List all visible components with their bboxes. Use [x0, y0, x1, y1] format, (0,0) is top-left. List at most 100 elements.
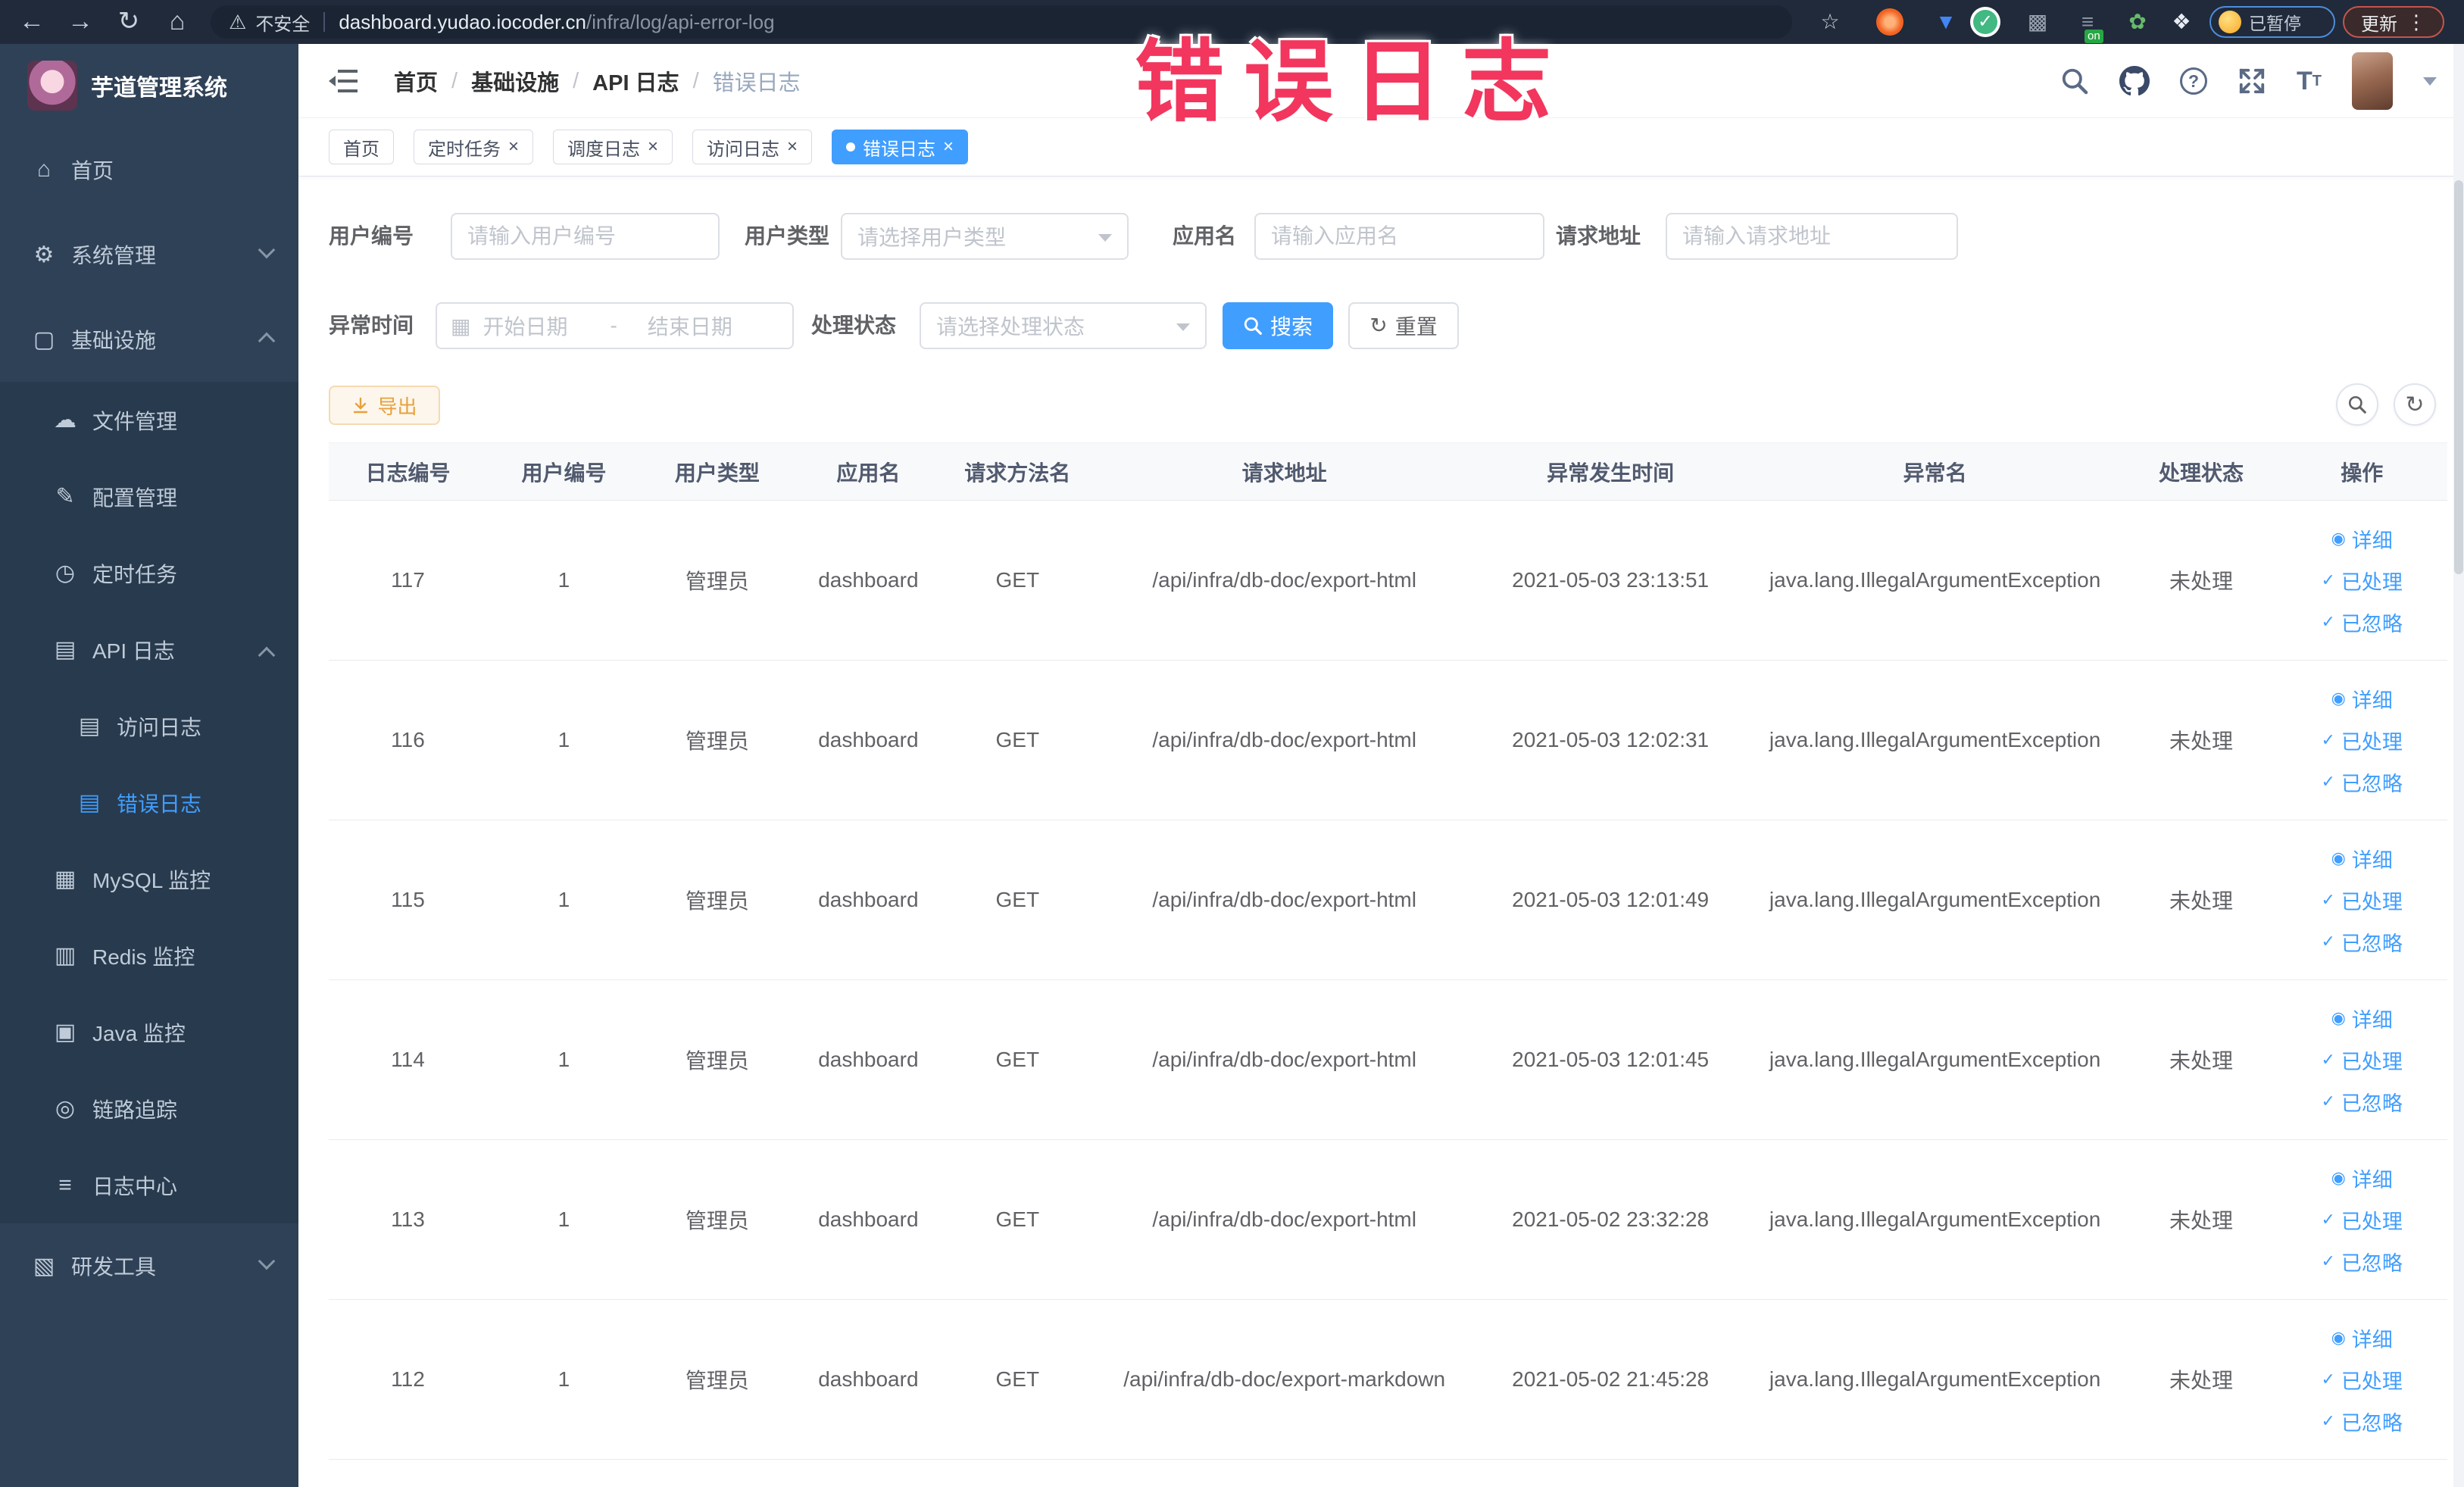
export-button[interactable]: 导出: [329, 386, 440, 425]
extension-on-icon[interactable]: ≡ on: [2074, 8, 2103, 43]
user-type-select[interactable]: 请选择用户类型: [841, 213, 1129, 260]
refresh-table-button[interactable]: ↻: [2394, 383, 2436, 426]
user-avatar[interactable]: [2352, 52, 2393, 110]
tab-home[interactable]: 首页: [329, 130, 394, 164]
request-url-input[interactable]: [1666, 213, 1958, 260]
sidebar-item-scheduled-jobs[interactable]: ◷ 定时任务: [0, 535, 298, 611]
sidebar-item-label: 配置管理: [92, 486, 178, 510]
vue-devtools-icon[interactable]: ✓: [1973, 10, 1997, 34]
tab-error-log[interactable]: 错误日志 ×: [832, 130, 969, 164]
row-action-processed[interactable]: ✓ 已处理: [2321, 1365, 2402, 1395]
breadcrumb-item[interactable]: 首页: [394, 65, 438, 97]
bookmark-star-icon[interactable]: ☆: [1816, 8, 1844, 36]
extension-grid-icon[interactable]: ▩: [2024, 8, 2051, 36]
tab-scheduled-jobs[interactable]: 定时任务 ×: [414, 130, 534, 164]
row-action-ignored[interactable]: ✓ 已忽略: [2321, 1407, 2402, 1436]
row-action-processed[interactable]: ✓ 已处理: [2321, 566, 2402, 595]
fullscreen-icon[interactable]: [2238, 67, 2266, 95]
app-name-input[interactable]: [1254, 213, 1544, 260]
sidebar-item-dev-tools[interactable]: ▧ 研发工具: [0, 1223, 298, 1308]
close-icon[interactable]: ×: [648, 138, 658, 156]
extensions-puzzle-icon[interactable]: ❖: [2168, 8, 2195, 36]
url-path[interactable]: /infra/log/api-error-log: [586, 11, 775, 34]
row-action-detail[interactable]: ◉ 详细: [2331, 1004, 2393, 1033]
sidebar-logo-row[interactable]: 芋道管理系统: [0, 44, 298, 127]
extension-plant-icon[interactable]: ✿: [2124, 8, 2151, 36]
tab-access-log[interactable]: 访问日志 ×: [692, 130, 813, 164]
cell-user_id: 1: [557, 888, 570, 911]
close-icon[interactable]: ×: [508, 138, 519, 156]
row-action-processed[interactable]: ✓ 已处理: [2321, 1045, 2402, 1075]
sidebar-item-tracing[interactable]: ◎ 链路追踪: [0, 1070, 298, 1147]
row-action-processed[interactable]: ✓ 已处理: [2321, 886, 2402, 915]
security-label[interactable]: 不安全: [255, 9, 310, 36]
row-action-ignored[interactable]: ✓ 已忽略: [2321, 608, 2402, 637]
breadcrumb-item[interactable]: 基础设施: [471, 65, 559, 97]
extension-orange-icon[interactable]: [1876, 8, 1903, 36]
help-icon[interactable]: ?: [2180, 67, 2207, 95]
reset-button[interactable]: ↻ 重置: [1348, 302, 1459, 349]
row-action-processed[interactable]: ✓ 已处理: [2321, 726, 2402, 755]
search-icon[interactable]: [2060, 67, 2089, 95]
tab-schedule-log[interactable]: 调度日志 ×: [553, 130, 673, 164]
timer-icon: ◷: [55, 561, 76, 586]
reload-icon[interactable]: ↻: [114, 0, 144, 44]
sidebar-item-api-log[interactable]: ▤ API 日志: [0, 611, 298, 688]
sidebar-item-home[interactable]: ⌂ 首页: [0, 127, 298, 212]
row-action-detail[interactable]: ◉ 详细: [2331, 524, 2393, 554]
row-action-detail[interactable]: ◉ 详细: [2331, 684, 2393, 714]
row-action-ignored[interactable]: ✓ 已忽略: [2321, 767, 2402, 797]
cell-actions: ◉ 详细 ✓ 已处理 ✓ 已忽略: [2276, 661, 2447, 820]
briefcase-icon: ▧: [33, 1253, 55, 1279]
sidebar-item-java-monitor[interactable]: ▣ Java 监控: [0, 994, 298, 1070]
sidebar-item-file-mgmt[interactable]: ☁ 文件管理: [0, 382, 298, 458]
github-icon[interactable]: [2119, 66, 2150, 96]
process-status-select[interactable]: 请选择处理状态: [920, 302, 1207, 349]
sidebar-item-mysql-monitor[interactable]: ▦ MySQL 监控: [0, 841, 298, 917]
row-action-detail[interactable]: ◉ 详细: [2331, 1323, 2393, 1353]
sidebar-item-infrastructure[interactable]: ▢ 基础设施: [0, 297, 298, 382]
refresh-icon: ↻: [2405, 392, 2425, 417]
sidebar-item-log-center[interactable]: ≡ 日志中心: [0, 1147, 298, 1223]
profile-paused-badge[interactable]: 已暂停: [2209, 6, 2335, 38]
cell-actions: ◉ 详细 ✓ 已处理 ✓ 已忽略: [2276, 1300, 2447, 1459]
security-warning-icon[interactable]: ⚠: [229, 11, 246, 34]
sidebar-item-system-mgmt[interactable]: ⚙ 系统管理: [0, 212, 298, 297]
sidebar-item-redis-monitor[interactable]: ▥ Redis 监控: [0, 917, 298, 994]
forward-icon[interactable]: →: [65, 0, 95, 44]
cell-user_type: 管理员: [685, 1209, 749, 1232]
user-id-input[interactable]: [451, 213, 720, 260]
browser-menu-icon[interactable]: ⋮: [2406, 11, 2426, 34]
check-icon: ✓: [2321, 890, 2335, 909]
font-size-icon[interactable]: TT: [2297, 67, 2322, 96]
search-button[interactable]: 搜索: [1223, 302, 1333, 349]
breadcrumb-item[interactable]: API 日志: [592, 65, 679, 97]
sidebar-item-error-log[interactable]: ▤ 错误日志: [0, 764, 298, 841]
url-host[interactable]: dashboard.yudao.iocoder.cn: [339, 11, 586, 34]
chevron-down-icon[interactable]: [2423, 77, 2437, 86]
row-action-detail[interactable]: ◉ 详细: [2331, 844, 2393, 873]
chevron-down-icon: [258, 241, 276, 259]
back-icon[interactable]: ←: [17, 0, 47, 44]
home-icon[interactable]: ⌂: [162, 0, 192, 44]
exception-time-range-picker[interactable]: ▦ 开始日期 - 结束日期: [436, 302, 794, 349]
scrollbar-thumb[interactable]: [2454, 180, 2463, 574]
cell-exception: java.lang.IllegalArgumentException: [1769, 568, 2101, 592]
collapse-sidebar-icon[interactable]: [329, 67, 359, 95]
extension-location-icon[interactable]: ▼: [1932, 8, 1960, 36]
java-icon: ▣: [54, 1020, 77, 1045]
sidebar-item-config-mgmt[interactable]: ✎ 配置管理: [0, 458, 298, 535]
toggle-search-button[interactable]: [2336, 383, 2378, 426]
row-action-ignored[interactable]: ✓ 已忽略: [2321, 1247, 2402, 1276]
row-action-ignored[interactable]: ✓ 已忽略: [2321, 1087, 2402, 1117]
cell-method: GET: [995, 888, 1040, 911]
close-icon[interactable]: ×: [787, 138, 798, 156]
update-button[interactable]: 更新 ⋮: [2343, 6, 2444, 38]
row-action-processed[interactable]: ✓ 已处理: [2321, 1205, 2402, 1235]
page-scrollbar[interactable]: [2453, 44, 2464, 1487]
sidebar-item-access-log[interactable]: ▤ 访问日志: [0, 688, 298, 764]
close-icon[interactable]: ×: [943, 138, 954, 156]
eye-icon: ◉: [2331, 529, 2346, 548]
row-action-ignored[interactable]: ✓ 已忽略: [2321, 927, 2402, 957]
row-action-detail[interactable]: ◉ 详细: [2331, 1164, 2393, 1193]
